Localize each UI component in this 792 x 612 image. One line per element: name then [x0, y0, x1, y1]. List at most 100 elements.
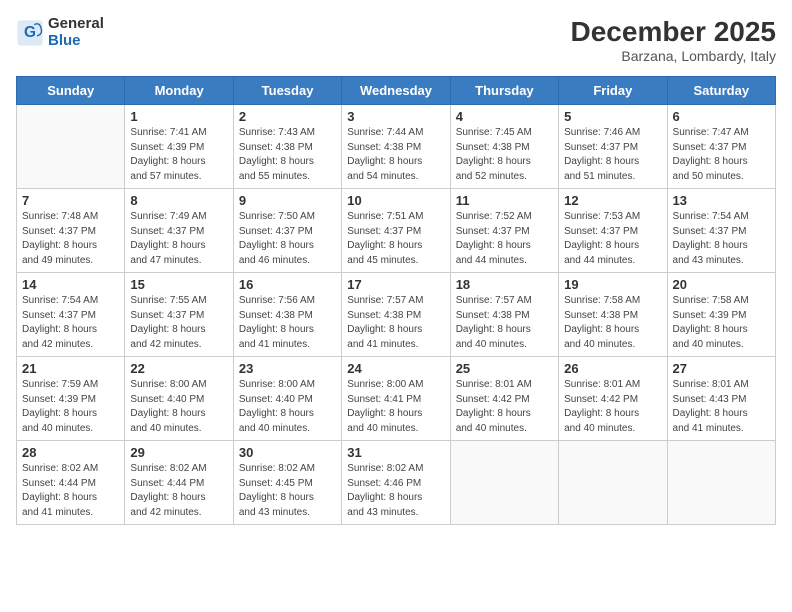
calendar-cell: 17 Sunrise: 7:57 AMSunset: 4:38 PMDayligh…: [342, 273, 450, 357]
calendar-cell: 12 Sunrise: 7:53 AMSunset: 4:37 PMDayligh…: [559, 189, 667, 273]
calendar-cell: 3 Sunrise: 7:44 AMSunset: 4:38 PMDaylight…: [342, 105, 450, 189]
day-info: Sunrise: 8:00 AMSunset: 4:40 PMDaylight:…: [130, 378, 227, 436]
day-info: Sunrise: 7:58 AMSunset: 4:38 PMDaylight:…: [564, 294, 661, 352]
day-number: 25: [456, 361, 553, 376]
day-number: 1: [130, 109, 227, 124]
calendar-cell: 30 Sunrise: 8:02 AMSunset: 4:45 PMDayligh…: [233, 441, 341, 525]
day-info: Sunrise: 7:55 AMSunset: 4:37 PMDaylight:…: [130, 294, 227, 352]
calendar-cell: 26 Sunrise: 8:01 AMSunset: 4:42 PMDayligh…: [559, 357, 667, 441]
day-number: 28: [22, 445, 119, 460]
calendar-cell: 14 Sunrise: 7:54 AMSunset: 4:37 PMDayligh…: [17, 273, 125, 357]
calendar-cell: 23 Sunrise: 8:00 AMSunset: 4:40 PMDayligh…: [233, 357, 341, 441]
day-info: Sunrise: 7:47 AMSunset: 4:37 PMDaylight:…: [673, 126, 770, 184]
day-info: Sunrise: 7:54 AMSunset: 4:37 PMDaylight:…: [673, 210, 770, 268]
calendar-cell: 18 Sunrise: 7:57 AMSunset: 4:38 PMDayligh…: [450, 273, 558, 357]
day-number: 13: [673, 193, 770, 208]
day-number: 26: [564, 361, 661, 376]
day-info: Sunrise: 7:59 AMSunset: 4:39 PMDaylight:…: [22, 378, 119, 436]
day-info: Sunrise: 8:02 AMSunset: 4:45 PMDaylight:…: [239, 462, 336, 520]
calendar-week-1: 1 Sunrise: 7:41 AMSunset: 4:39 PMDaylight…: [17, 105, 776, 189]
logo-blue-text: Blue: [48, 33, 104, 50]
calendar-week-2: 7 Sunrise: 7:48 AMSunset: 4:37 PMDaylight…: [17, 189, 776, 273]
calendar-cell: 10 Sunrise: 7:51 AMSunset: 4:37 PMDayligh…: [342, 189, 450, 273]
calendar-cell: 9 Sunrise: 7:50 AMSunset: 4:37 PMDaylight…: [233, 189, 341, 273]
logo: G General Blue: [16, 16, 104, 49]
day-header-wednesday: Wednesday: [342, 77, 450, 105]
day-number: 7: [22, 193, 119, 208]
day-number: 22: [130, 361, 227, 376]
day-number: 27: [673, 361, 770, 376]
day-number: 14: [22, 277, 119, 292]
calendar-cell: 8 Sunrise: 7:49 AMSunset: 4:37 PMDaylight…: [125, 189, 233, 273]
day-header-thursday: Thursday: [450, 77, 558, 105]
location-text: Barzana, Lombardy, Italy: [571, 48, 776, 64]
calendar-cell: [17, 105, 125, 189]
calendar-cell: [667, 441, 775, 525]
title-block: December 2025 Barzana, Lombardy, Italy: [571, 16, 776, 64]
day-number: 12: [564, 193, 661, 208]
day-number: 19: [564, 277, 661, 292]
day-info: Sunrise: 7:49 AMSunset: 4:37 PMDaylight:…: [130, 210, 227, 268]
calendar-cell: 21Sunrise: 7:59 AMSunset: 4:39 PMDayligh…: [17, 357, 125, 441]
calendar-cell: [450, 441, 558, 525]
calendar-cell: 27Sunrise: 8:01 AMSunset: 4:43 PMDayligh…: [667, 357, 775, 441]
calendar-table: SundayMondayTuesdayWednesdayThursdayFrid…: [16, 76, 776, 525]
day-number: 6: [673, 109, 770, 124]
day-info: Sunrise: 7:53 AMSunset: 4:37 PMDaylight:…: [564, 210, 661, 268]
calendar-cell: 15Sunrise: 7:55 AMSunset: 4:37 PMDayligh…: [125, 273, 233, 357]
day-number: 9: [239, 193, 336, 208]
svg-text:G: G: [24, 24, 36, 41]
day-number: 3: [347, 109, 444, 124]
day-info: Sunrise: 7:57 AMSunset: 4:38 PMDaylight:…: [456, 294, 553, 352]
day-info: Sunrise: 8:01 AMSunset: 4:42 PMDaylight:…: [456, 378, 553, 436]
day-number: 8: [130, 193, 227, 208]
calendar-cell: 25 Sunrise: 8:01 AMSunset: 4:42 PMDayligh…: [450, 357, 558, 441]
day-info: Sunrise: 7:54 AMSunset: 4:37 PMDaylight:…: [22, 294, 119, 352]
day-header-friday: Friday: [559, 77, 667, 105]
day-info: Sunrise: 7:46 AMSunset: 4:37 PMDaylight:…: [564, 126, 661, 184]
day-info: Sunrise: 8:00 AMSunset: 4:40 PMDaylight:…: [239, 378, 336, 436]
logo-general-text: General: [48, 16, 104, 33]
logo-icon: G: [16, 19, 44, 47]
day-info: Sunrise: 8:02 AMSunset: 4:46 PMDaylight:…: [347, 462, 444, 520]
calendar-cell: 5 Sunrise: 7:46 AMSunset: 4:37 PMDaylight…: [559, 105, 667, 189]
day-number: 18: [456, 277, 553, 292]
day-number: 5: [564, 109, 661, 124]
calendar-cell: [559, 441, 667, 525]
day-number: 30: [239, 445, 336, 460]
day-info: Sunrise: 7:51 AMSunset: 4:37 PMDaylight:…: [347, 210, 444, 268]
day-header-tuesday: Tuesday: [233, 77, 341, 105]
day-number: 2: [239, 109, 336, 124]
day-number: 31: [347, 445, 444, 460]
day-number: 17: [347, 277, 444, 292]
calendar-header-row: SundayMondayTuesdayWednesdayThursdayFrid…: [17, 77, 776, 105]
day-number: 24: [347, 361, 444, 376]
day-header-monday: Monday: [125, 77, 233, 105]
day-number: 10: [347, 193, 444, 208]
day-number: 29: [130, 445, 227, 460]
calendar-week-4: 21Sunrise: 7:59 AMSunset: 4:39 PMDayligh…: [17, 357, 776, 441]
calendar-cell: 28Sunrise: 8:02 AMSunset: 4:44 PMDayligh…: [17, 441, 125, 525]
day-number: 16: [239, 277, 336, 292]
day-info: Sunrise: 7:48 AMSunset: 4:37 PMDaylight:…: [22, 210, 119, 268]
day-number: 23: [239, 361, 336, 376]
calendar-cell: 6 Sunrise: 7:47 AMSunset: 4:37 PMDaylight…: [667, 105, 775, 189]
calendar-cell: 2 Sunrise: 7:43 AMSunset: 4:38 PMDaylight…: [233, 105, 341, 189]
day-info: Sunrise: 7:52 AMSunset: 4:37 PMDaylight:…: [456, 210, 553, 268]
calendar-cell: 16 Sunrise: 7:56 AMSunset: 4:38 PMDayligh…: [233, 273, 341, 357]
calendar-cell: 20Sunrise: 7:58 AMSunset: 4:39 PMDayligh…: [667, 273, 775, 357]
day-info: Sunrise: 7:43 AMSunset: 4:38 PMDaylight:…: [239, 126, 336, 184]
day-info: Sunrise: 7:56 AMSunset: 4:38 PMDaylight:…: [239, 294, 336, 352]
calendar-cell: 19 Sunrise: 7:58 AMSunset: 4:38 PMDayligh…: [559, 273, 667, 357]
calendar-cell: 11Sunrise: 7:52 AMSunset: 4:37 PMDayligh…: [450, 189, 558, 273]
day-info: Sunrise: 7:58 AMSunset: 4:39 PMDaylight:…: [673, 294, 770, 352]
calendar-cell: 13 Sunrise: 7:54 AMSunset: 4:37 PMDayligh…: [667, 189, 775, 273]
day-info: Sunrise: 7:41 AMSunset: 4:39 PMDaylight:…: [130, 126, 227, 184]
page-header: G General Blue December 2025 Barzana, Lo…: [16, 16, 776, 64]
day-info: Sunrise: 7:57 AMSunset: 4:38 PMDaylight:…: [347, 294, 444, 352]
day-info: Sunrise: 7:44 AMSunset: 4:38 PMDaylight:…: [347, 126, 444, 184]
day-info: Sunrise: 8:01 AMSunset: 4:42 PMDaylight:…: [564, 378, 661, 436]
calendar-cell: 4Sunrise: 7:45 AMSunset: 4:38 PMDaylight…: [450, 105, 558, 189]
calendar-cell: 1 Sunrise: 7:41 AMSunset: 4:39 PMDaylight…: [125, 105, 233, 189]
day-info: Sunrise: 7:50 AMSunset: 4:37 PMDaylight:…: [239, 210, 336, 268]
